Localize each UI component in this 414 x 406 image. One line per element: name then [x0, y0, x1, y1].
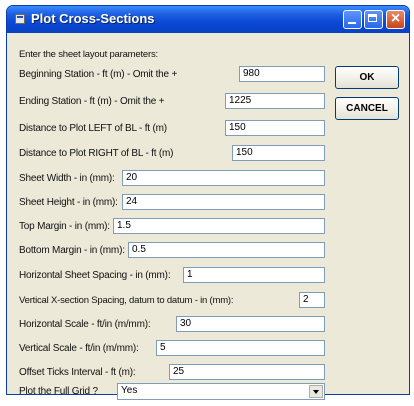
sheet-height-input[interactable]: 24 [122, 194, 325, 210]
beginning-station-label: Beginning Station - ft (m) - Omit the + [19, 69, 178, 80]
window-title: Plot Cross-Sections [31, 11, 155, 26]
chevron-down-icon[interactable] [309, 385, 323, 398]
minimize-icon[interactable] [343, 10, 362, 29]
sheet-height-label: Sheet Height - in (mm): [19, 197, 118, 208]
sheet-width-input[interactable]: 20 [122, 170, 325, 186]
distance-left-input[interactable]: 150 [225, 120, 325, 136]
cancel-button[interactable]: CANCEL [335, 97, 399, 120]
offset-ticks-input[interactable]: 25 [169, 364, 325, 380]
distance-right-input[interactable]: 150 [232, 145, 325, 161]
horizontal-spacing-input[interactable]: 1 [183, 267, 325, 283]
distance-right-label: Distance to Plot RIGHT of BL - ft (m) [19, 148, 174, 159]
plot-cross-sections-dialog: Plot Cross-Sections Enter the sheet layo… [6, 5, 410, 400]
bottom-margin-label: Bottom Margin - in (mm): [19, 245, 125, 256]
vertical-spacing-label: Vertical X-section Spacing, datum to dat… [19, 295, 234, 306]
close-icon[interactable] [386, 10, 405, 29]
sheet-width-label: Sheet Width - in (mm): [19, 173, 115, 184]
distance-left-label: Distance to Plot LEFT of BL - ft (m) [19, 123, 167, 134]
beginning-station-input[interactable]: 980 [239, 66, 325, 82]
top-margin-input[interactable]: 1.5 [113, 218, 325, 234]
bottom-margin-input[interactable]: 0.5 [128, 242, 325, 258]
horizontal-scale-input[interactable]: 30 [176, 316, 325, 332]
maximize-icon[interactable] [364, 10, 383, 29]
title-bar[interactable]: Plot Cross-Sections [7, 6, 409, 33]
top-margin-label: Top Margin - in (mm): [19, 221, 110, 232]
plot-grid-select[interactable]: Yes [117, 383, 325, 400]
ending-station-label: Ending Station - ft (m) - Omit the + [19, 96, 165, 107]
app-icon [15, 14, 25, 24]
ok-button[interactable]: OK [335, 66, 399, 89]
plot-grid-label: Plot the Full Grid ? [19, 386, 98, 397]
offset-ticks-label: Offset Ticks Interval - ft (m): [19, 367, 136, 378]
ending-station-input[interactable]: 1225 [225, 93, 325, 109]
vertical-scale-input[interactable]: 5 [156, 340, 325, 356]
vertical-scale-label: Vertical Scale - ft/in (m/mm): [19, 343, 139, 354]
horizontal-scale-label: Horizontal Scale - ft/in (m/mm): [19, 319, 151, 330]
plot-grid-value: Yes [121, 385, 138, 396]
vertical-spacing-input[interactable]: 2 [299, 292, 325, 308]
intro-text: Enter the sheet layout parameters: [19, 49, 158, 60]
horizontal-spacing-label: Horizontal Sheet Spacing - in (mm): [19, 270, 171, 281]
